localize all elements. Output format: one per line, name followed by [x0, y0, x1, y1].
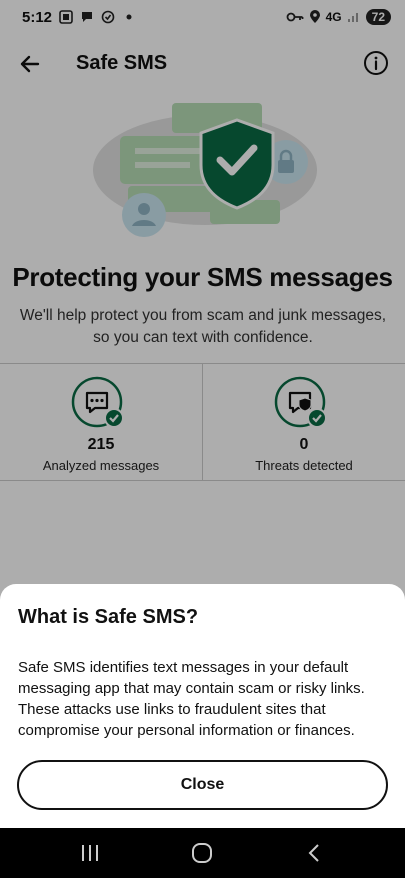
sheet-title: What is Safe SMS? — [18, 606, 199, 628]
back-nav-icon[interactable] — [303, 841, 327, 865]
sheet-body: Safe SMS identifies text messages in you… — [18, 659, 365, 739]
recent-apps-icon[interactable] — [78, 841, 102, 865]
home-icon[interactable] — [190, 841, 214, 865]
system-nav-bar — [0, 828, 405, 878]
info-bottom-sheet: What is Safe SMS? Safe SMS identifies te… — [0, 584, 405, 828]
close-button[interactable]: Close — [17, 760, 388, 810]
